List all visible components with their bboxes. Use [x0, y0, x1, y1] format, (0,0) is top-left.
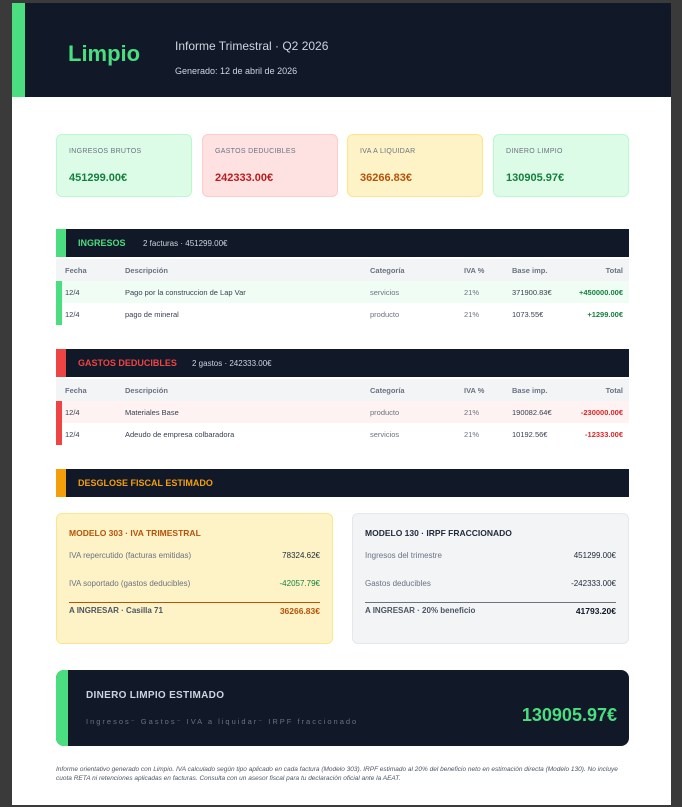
kpi-value: 130905.97€ — [506, 172, 565, 184]
section-accent — [56, 469, 66, 497]
col-base: Base imp. — [512, 266, 548, 275]
cell-categoria: servicios — [370, 288, 400, 297]
cell-categoria: producto — [370, 408, 400, 417]
summary-title: DINERO LIMPIO ESTIMADO — [86, 690, 225, 701]
cell-descripcion: pago de mineral — [125, 310, 179, 319]
modelo-303-total-label: A INGRESAR · Casilla 71 — [69, 606, 163, 615]
cell-categoria: producto — [370, 310, 400, 319]
kpi-dinero-limpio: DINERO LIMPIO 130905.97€ — [493, 134, 629, 197]
report-page: Limpio Informe Trimestral · Q2 2026 Gene… — [12, 3, 671, 805]
row-marker — [56, 281, 62, 303]
table-row: 12/4 Adeudo de empresa colbaradora servi… — [56, 423, 629, 445]
section-summary: 2 gastos · 242333.00€ — [192, 359, 272, 368]
modelo-303-box: MODELO 303 · IVA TRIMESTRAL IVA repercut… — [56, 513, 333, 644]
cell-total: -230000.00€ — [580, 408, 623, 417]
col-descripcion: Descripción — [125, 386, 168, 395]
kpi-label: INGRESOS BRUTOS — [69, 148, 142, 155]
modelo-303-title: MODELO 303 · IVA TRIMESTRAL — [69, 528, 201, 538]
cell-fecha: 12/4 — [65, 408, 80, 417]
modelo-130-total-value: 41793.20€ — [575, 606, 616, 616]
kpi-value: 242333.00€ — [215, 172, 274, 184]
cell-base: 1073.55€ — [512, 310, 544, 319]
iva-soportado-label: IVA soportado (gastos deducibles) — [69, 579, 191, 588]
cell-descripcion: Pago por la construccion de Lap Var — [125, 288, 246, 297]
gastos-table-header: Fecha Descripción Categoría IVA % Base i… — [56, 379, 629, 401]
row-marker — [56, 423, 62, 445]
ingresos-trimestre-value: 451299.00€ — [573, 551, 616, 560]
cell-iva: 21% — [464, 430, 480, 439]
col-fecha: Fecha — [65, 266, 87, 275]
cell-iva: 21% — [464, 408, 480, 417]
dinero-limpio-summary: DINERO LIMPIO ESTIMADO Ingresos⁻ Gastos⁻… — [56, 670, 629, 746]
cell-total: +1299.00€ — [587, 310, 623, 319]
report-date: Generado: 12 de abril de 2026 — [175, 66, 298, 76]
summary-amount: 130905.97€ — [521, 705, 617, 725]
modelo-303-total-value: 36266.83€ — [279, 606, 320, 616]
section-title: GASTOS DEDUCIBLES — [78, 358, 177, 368]
cell-fecha: 12/4 — [65, 310, 80, 319]
col-categoria: Categoría — [370, 266, 405, 275]
col-iva: IVA % — [464, 266, 485, 275]
kpi-label: GASTOS DEDUCIBLES — [215, 148, 296, 155]
table-row: 12/4 Pago por la construccion de Lap Var… — [56, 281, 629, 303]
summary-formula: Ingresos⁻ Gastos⁻ IVA a liquidar⁻ IRPF f… — [86, 717, 359, 726]
section-summary: 2 facturas · 451299.00€ — [143, 239, 228, 248]
cell-total: -12333.00€ — [585, 430, 623, 439]
row-marker — [56, 401, 62, 423]
ingresos-table-header: Fecha Descripción Categoría IVA % Base i… — [56, 259, 629, 281]
cell-fecha: 12/4 — [65, 430, 80, 439]
iva-soportado-value: -42057.79€ — [279, 579, 320, 588]
desglose-section-header: DESGLOSE FISCAL ESTIMADO — [56, 469, 629, 497]
footnote: Informe orientativo generado con Limpio.… — [56, 766, 618, 782]
section-accent — [56, 229, 66, 257]
cell-descripcion: Materiales Base — [125, 408, 179, 417]
kpi-value: 36266.83€ — [360, 172, 412, 184]
modelo-130-total-label: A INGRESAR · 20% beneficio — [365, 606, 476, 615]
cell-iva: 21% — [464, 288, 480, 297]
cell-base: 190082.64€ — [512, 408, 552, 417]
col-descripcion: Descripción — [125, 266, 168, 275]
cell-iva: 21% — [464, 310, 480, 319]
section-title: DESGLOSE FISCAL ESTIMADO — [78, 478, 213, 488]
gastos-section-header: GASTOS DEDUCIBLES 2 gastos · 242333.00€ — [56, 349, 629, 377]
col-iva: IVA % — [464, 386, 485, 395]
col-categoria: Categoría — [370, 386, 405, 395]
section-title: INGRESOS — [78, 238, 126, 248]
cell-total: +450000.00€ — [578, 288, 623, 297]
divider — [69, 602, 320, 603]
cell-categoria: servicios — [370, 430, 400, 439]
iva-repercutido-value: 78324.62€ — [282, 551, 320, 560]
table-row: 12/4 Materiales Base producto 21% 190082… — [56, 401, 629, 423]
modelo-130-box: MODELO 130 · IRPF FRACCIONADO Ingresos d… — [352, 513, 629, 644]
kpi-label: IVA A LIQUIDAR — [360, 148, 416, 155]
gastos-deducibles-value: -242333.00€ — [571, 579, 616, 588]
ingresos-section-header: INGRESOS 2 facturas · 451299.00€ — [56, 229, 629, 257]
cell-descripcion: Adeudo de empresa colbaradora — [125, 430, 235, 439]
col-base: Base imp. — [512, 386, 548, 395]
cell-base: 10192.56€ — [512, 430, 548, 439]
kpi-ingresos-brutos: INGRESOS BRUTOS 451299.00€ — [56, 134, 192, 197]
iva-repercutido-label: IVA repercutido (facturas emitidas) — [69, 551, 192, 560]
kpi-value: 451299.00€ — [69, 172, 128, 184]
table-row: 12/4 pago de mineral producto 21% 1073.5… — [56, 303, 629, 325]
col-total: Total — [605, 386, 623, 395]
report-header: Limpio Informe Trimestral · Q2 2026 Gene… — [12, 3, 671, 97]
header-accent-bar — [12, 3, 25, 97]
row-marker — [56, 303, 62, 325]
cell-fecha: 12/4 — [65, 288, 80, 297]
section-accent — [56, 349, 66, 377]
kpi-label: DINERO LIMPIO — [506, 148, 563, 155]
col-total: Total — [605, 266, 623, 275]
kpi-gastos-deducibles: GASTOS DEDUCIBLES 242333.00€ — [202, 134, 338, 197]
divider — [365, 602, 616, 603]
report-title: Informe Trimestral · Q2 2026 — [175, 39, 329, 53]
gastos-deducibles-label: Gastos deducibles — [365, 579, 431, 588]
col-fecha: Fecha — [65, 386, 87, 395]
brand-logo: Limpio — [68, 41, 141, 66]
modelo-130-title: MODELO 130 · IRPF FRACCIONADO — [365, 528, 512, 538]
cell-base: 371900.83€ — [512, 288, 552, 297]
ingresos-trimestre-label: Ingresos del trimestre — [365, 551, 442, 560]
kpi-iva-liquidar: IVA A LIQUIDAR 36266.83€ — [347, 134, 483, 197]
summary-accent — [56, 670, 68, 746]
